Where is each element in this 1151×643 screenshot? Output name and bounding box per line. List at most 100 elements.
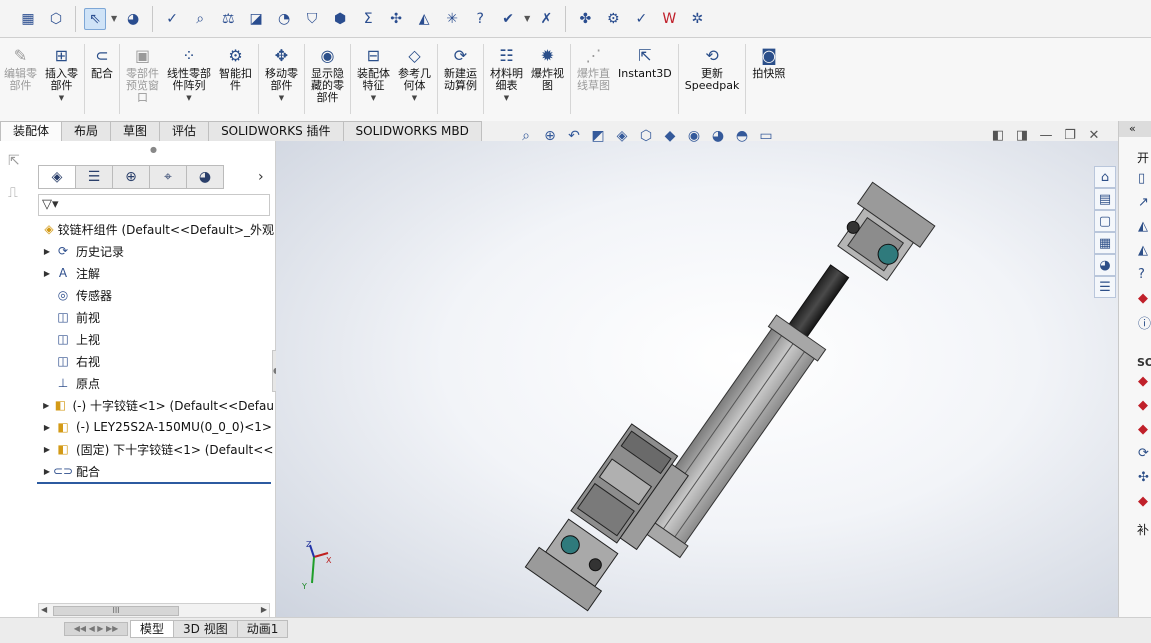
dynamic-annotation-icon[interactable]: ◈ [612,126,632,146]
tree-item[interactable]: ◫ 前视 [38,306,274,328]
geometry-icon[interactable]: ⬢ [329,8,351,30]
statistics-icon[interactable]: ? [469,8,491,30]
view-palette-icon[interactable]: ▦ [1094,232,1116,254]
tree-item[interactable]: ▶ ◧ (-) LEY25S2A-150MU(0_0_0)<1> [38,416,274,438]
sensors-icon[interactable]: ◔ [273,8,295,30]
evaluate-dropdown[interactable]: ▼ [524,14,530,23]
mycad-icon[interactable]: ◭ [1119,238,1151,262]
scroll-left-icon[interactable]: ◀ [41,605,47,614]
move-component-button[interactable]: ✥ 移动零 部件 ▼ [261,44,302,121]
expand-icon[interactable]: ▶ [40,247,54,256]
display-manager-tab[interactable]: ◕ [186,165,224,189]
snapshot-button[interactable]: ◙ 拍快照 [748,44,789,121]
evaluate-icon[interactable]: ✔ [497,8,519,30]
show-hidden-button[interactable]: ◉ 显示隐 藏的零 部件 [307,44,348,121]
simulation-icon[interactable]: ✤ [574,8,596,30]
ribbon-tab[interactable]: 草图 [110,121,161,141]
tree-item[interactable]: ▶ ◧ (-) 十字铰链<1> (Default<<Defau [38,394,274,416]
sw-tool-3-icon[interactable]: ◆ [1119,417,1151,441]
dimxpert-tab[interactable]: ⌖ [149,165,187,189]
measure-icon[interactable]: ⌕ [189,8,211,30]
tile-right-icon[interactable]: ◨ [1010,126,1034,144]
tabs-scroll-right-icon[interactable]: › [258,169,264,185]
upper-clevis[interactable] [831,181,936,285]
edit-component-button[interactable]: ✎ 编辑零 部件 [0,44,41,121]
info-icon[interactable]: ⓘ [1119,310,1151,334]
pin-icon[interactable]: ⇱ [8,153,20,169]
tree-item[interactable]: ▶ ⊂⊃ 配合 [38,460,274,482]
ribbon-tab[interactable]: 评估 [159,121,210,141]
sw-tool-1-icon[interactable]: ◆ [1119,369,1151,393]
toolbox-icon[interactable]: ⚙ [602,8,624,30]
minimize-icon[interactable]: — [1034,126,1058,144]
display-style-icon[interactable]: ◆ [660,126,680,146]
open-icon[interactable]: ↗ [1119,190,1151,214]
check-icon[interactable]: ⛉ [301,8,323,30]
section-view-icon[interactable]: ◩ [588,126,608,146]
sum-icon[interactable]: Σ [357,8,379,30]
update-speedpak-button[interactable]: ⟲ 更新 Speedpak [681,44,744,121]
model-tab[interactable]: 3D 视图 [173,620,238,638]
tree-item[interactable]: ▶ A 注解 [38,262,274,284]
hole-align-icon[interactable]: ✳ [441,8,463,30]
tile-left-icon[interactable]: ◧ [986,126,1010,144]
tree-filter-input[interactable]: ▽▾ [38,194,270,216]
property-manager-tab[interactable]: ☰ [75,165,113,189]
help-icon[interactable]: ? [1119,262,1151,286]
mate-button[interactable]: ⊂ 配合 [87,44,117,121]
smart-fasteners-button[interactable]: ⚙ 智能扣 件 [215,44,256,121]
bom-dropdown-icon[interactable]: ▼ [504,94,509,102]
insert-component-dropdown-icon[interactable]: ▼ [59,94,64,102]
graphics-area[interactable]: Z X Y [276,141,1118,623]
design-library-icon[interactable]: ▤ [1094,188,1116,210]
flyout-icon[interactable]: ⎍ [8,185,18,201]
explode-line-sketch-button[interactable]: ⋰ 爆炸直 线草图 [573,44,614,121]
reference-geometry-dropdown-icon[interactable]: ▼ [412,94,417,102]
sw-tool-4-icon[interactable]: ⟳ [1119,441,1151,465]
reference-geometry-button[interactable]: ◇ 参考几 何体 ▼ [394,44,435,121]
task-pane-collapse[interactable]: « [1119,121,1151,137]
actuator-model[interactable] [276,141,1118,623]
scroll-right-icon[interactable]: ▶ [261,605,267,614]
instant3d-button[interactable]: ⇱ Instant3D [614,44,676,121]
motion-icon[interactable]: ✓ [630,8,652,30]
expand-icon[interactable]: ▶ [40,445,54,454]
zoom-area-icon[interactable]: ⊕ [540,126,560,146]
settings-icon[interactable]: ✲ [686,8,708,30]
appearances-icon[interactable]: ◕ [1094,254,1116,276]
ribbon-tab[interactable]: SOLIDWORKS 插件 [208,121,344,141]
move-component-dropdown-icon[interactable]: ▼ [279,94,284,102]
scroll-thumb[interactable]: III [53,606,179,616]
tree-item[interactable]: ◫ 上视 [38,328,274,350]
new-doc-icon[interactable]: ▯ [1119,166,1151,190]
tab-scroll-controls[interactable]: ◀◀ ◀ ▶ ▶▶ [64,622,128,636]
tree-item[interactable]: ◈ 铰链杆组件 (Default<<Default>_外观 [38,218,274,240]
actuator-body[interactable] [630,314,827,559]
assembly-features-button[interactable]: ⊟ 装配体 特征 ▼ [353,44,394,121]
custom-properties-icon[interactable]: ☰ [1094,276,1116,298]
rebuild-icon[interactable]: ⬡ [45,8,67,30]
expand-icon[interactable]: ▶ [40,401,52,410]
assembly-features-dropdown-icon[interactable]: ▼ [371,94,376,102]
file-explorer-icon[interactable]: ▢ [1094,210,1116,232]
ribbon-tab[interactable]: SOLIDWORKS MBD [342,121,482,141]
previous-view-icon[interactable]: ↶ [564,126,584,146]
sw-tool-5-icon[interactable]: ✣ [1119,465,1151,489]
edit-appearance-icon[interactable]: ◕ [708,126,728,146]
interference-icon[interactable]: ✣ [385,8,407,30]
clearance-icon[interactable]: ◭ [413,8,435,30]
select-dropdown[interactable]: ▼ [111,14,117,23]
word-icon[interactable]: W [658,8,680,30]
tutorial-icon[interactable]: ◭ [1119,214,1151,238]
expand-icon[interactable]: ▶ [40,423,54,432]
section-props-icon[interactable]: ◪ [245,8,267,30]
open-doc-icon[interactable]: ▦ [17,8,39,30]
insert-component-button[interactable]: ⊞ 插入零 部件 ▼ [41,44,82,121]
feature-tree-tab[interactable]: ◈ [38,165,76,189]
restore-icon[interactable]: ❐ [1058,126,1082,144]
expand-icon[interactable]: ▶ [40,467,54,476]
component-preview-button[interactable]: ▣ 零部件 预览窗 口 [122,44,163,121]
tree-item[interactable]: ▶ ⟳ 历史记录 [38,240,274,262]
ribbon-tab[interactable]: 装配体 [0,121,63,141]
ribbon-tab[interactable]: 布局 [61,121,112,141]
